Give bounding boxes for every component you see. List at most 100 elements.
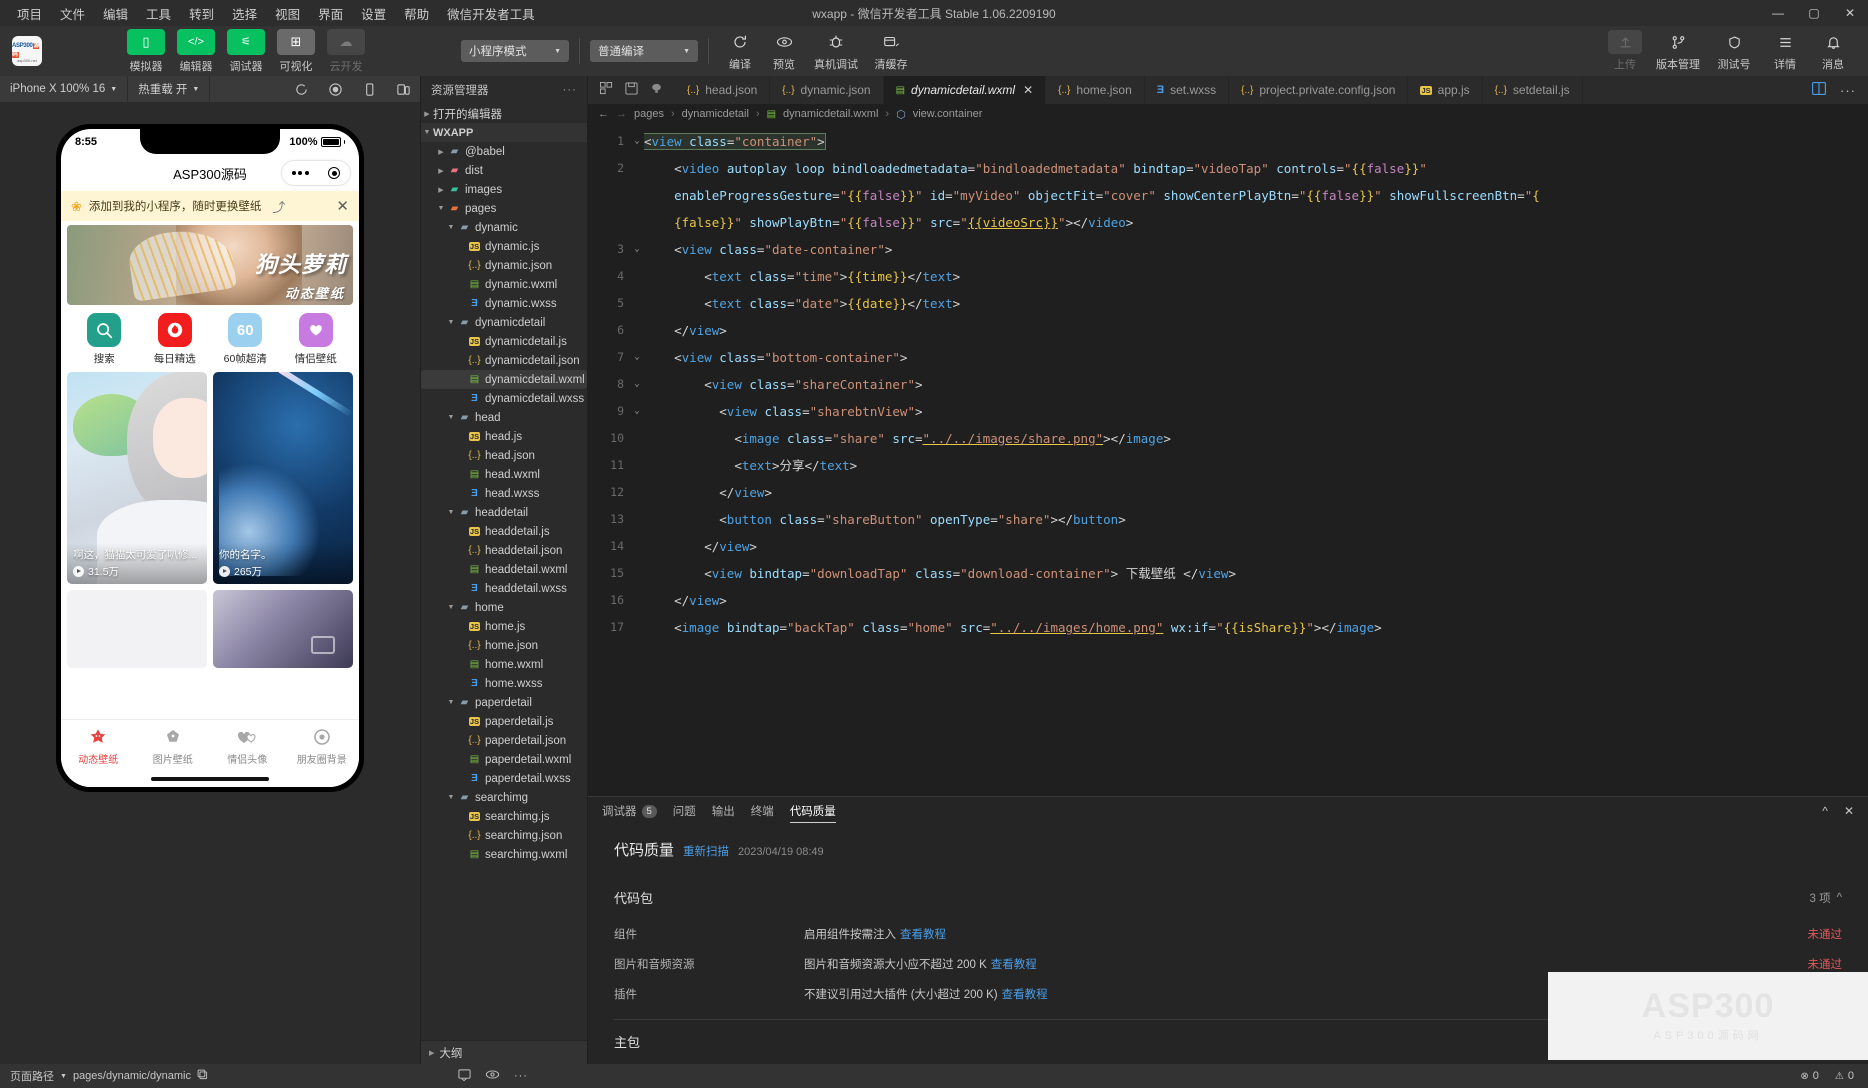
- panel-tab-debugger[interactable]: 调试器 5: [602, 797, 657, 825]
- wallpaper-card[interactable]: 啊这，猫猫太可爱了叭修... 31.5万: [67, 372, 207, 584]
- panel-tab-problems[interactable]: 问题: [673, 797, 696, 825]
- explorer-file[interactable]: ▤home.wxml: [421, 655, 587, 674]
- chevron-right-icon[interactable]: ▶: [435, 186, 447, 194]
- status-problem-counts[interactable]: ⊗ 0 ⚠ 0: [1800, 1070, 1858, 1082]
- explorer-folder[interactable]: ▼▰paperdetail: [421, 693, 587, 712]
- fold-icon[interactable]: ⌄: [630, 371, 644, 398]
- panel-tab-terminal[interactable]: 终端: [751, 797, 774, 825]
- breadcrumb-forward-icon[interactable]: →: [616, 108, 627, 120]
- tabbar-item-couple[interactable]: 情侣头像: [210, 726, 285, 766]
- explorer-project-root[interactable]: ▼ WXAPP: [421, 123, 587, 142]
- menu-item-file[interactable]: 文件: [51, 1, 94, 26]
- page-path-group[interactable]: 页面路径 ▼ pages/dynamic/dynamic: [10, 1068, 208, 1084]
- explorer-file[interactable]: {..}searchimg.json: [421, 826, 587, 845]
- chevron-right-icon[interactable]: ▶: [435, 167, 447, 175]
- chevron-down-icon[interactable]: ▼: [445, 319, 457, 326]
- tabbar-item-dynamic[interactable]: 动态壁纸: [61, 726, 136, 766]
- real-device-debug-button[interactable]: 真机调试: [807, 30, 865, 72]
- compile-select[interactable]: 普通编译 ▼: [590, 40, 698, 62]
- explorer-file[interactable]: ▤headdetail.wxml: [421, 560, 587, 579]
- tabbar-item-moments[interactable]: 朋友圈背景: [285, 726, 360, 766]
- device-select[interactable]: iPhone X 100% 16 ▼: [0, 76, 128, 102]
- toggle-simulator[interactable]: ▯ 模拟器: [126, 29, 166, 74]
- fold-icon[interactable]: ⌄: [630, 344, 644, 371]
- plugin-icon[interactable]: [650, 82, 663, 98]
- panel-collapse-button[interactable]: ^: [1822, 804, 1828, 818]
- explorer-file[interactable]: ▤dynamic.wxml: [421, 275, 587, 294]
- chevron-down-icon[interactable]: ▼: [445, 699, 457, 706]
- wallpaper-card[interactable]: 你的名字。 265万: [213, 372, 353, 584]
- explorer-file[interactable]: Ǝpaperdetail.wxss: [421, 769, 587, 788]
- explorer-file[interactable]: JSheaddetail.js: [421, 522, 587, 541]
- tab-close-icon[interactable]: ✕: [1023, 83, 1033, 97]
- chevron-down-icon[interactable]: ▼: [445, 604, 457, 611]
- mode-select[interactable]: 小程序模式 ▼: [461, 40, 569, 62]
- quick-entry-daily[interactable]: 每日精选: [147, 313, 203, 366]
- more-icon[interactable]: [292, 171, 309, 175]
- explorer-folder[interactable]: ▶▰images: [421, 180, 587, 199]
- quick-entry-60fps[interactable]: 60 60帧超清: [217, 313, 273, 366]
- editor-tab[interactable]: JSapp.js: [1408, 76, 1482, 104]
- explorer-file[interactable]: {..}paperdetail.json: [421, 731, 587, 750]
- editor-tab[interactable]: ▤dynamicdetail.wxml✕: [884, 76, 1047, 104]
- tutorial-link[interactable]: 查看教程: [991, 959, 1037, 971]
- explorer-file[interactable]: JShome.js: [421, 617, 587, 636]
- grid-icon[interactable]: [600, 82, 613, 98]
- upload-button[interactable]: 上传: [1602, 30, 1648, 72]
- version-control-button[interactable]: 版本管理: [1650, 30, 1706, 72]
- toggle-visual[interactable]: ⊞ 可视化: [276, 29, 316, 74]
- explorer-folder[interactable]: ▼▰pages: [421, 199, 587, 218]
- details-button[interactable]: 详情: [1762, 30, 1808, 72]
- hotreload-select[interactable]: 热重载 开 ▼: [128, 76, 210, 102]
- messages-button[interactable]: 消息: [1810, 30, 1856, 72]
- rescan-link[interactable]: 重新扫描: [683, 843, 729, 859]
- test-account-button[interactable]: 测试号: [1708, 30, 1760, 72]
- simulator-rotate-button[interactable]: [352, 76, 386, 102]
- copy-icon[interactable]: [197, 1069, 208, 1083]
- explorer-file[interactable]: Ǝdynamicdetail.wxss: [421, 389, 587, 408]
- explorer-file[interactable]: ▤head.wxml: [421, 465, 587, 484]
- clear-cache-button[interactable]: 清缓存: [867, 30, 915, 72]
- menu-item-help[interactable]: 帮助: [395, 1, 438, 26]
- maximize-button[interactable]: ▢: [1796, 0, 1832, 26]
- minimize-button[interactable]: —: [1760, 0, 1796, 26]
- wallpaper-card[interactable]: [67, 590, 207, 668]
- explorer-folder[interactable]: ▶▰dist: [421, 161, 587, 180]
- toggle-debugger[interactable]: ⚟ 调试器: [226, 29, 266, 74]
- chevron-right-icon[interactable]: ▶: [435, 148, 447, 156]
- more-icon[interactable]: ···: [514, 1070, 528, 1082]
- editor-tab[interactable]: {..}setdetail.js: [1483, 76, 1583, 104]
- explorer-folder[interactable]: ▼▰headdetail: [421, 503, 587, 522]
- tutorial-link[interactable]: 查看教程: [1002, 989, 1048, 1001]
- editor-tab[interactable]: {..}project.private.config.json: [1229, 76, 1408, 104]
- explorer-file[interactable]: Ǝheaddetail.wxss: [421, 579, 587, 598]
- more-icon[interactable]: ···: [1840, 83, 1856, 98]
- devtool-inspect-icon[interactable]: [458, 1068, 471, 1084]
- chevron-down-icon[interactable]: ▼: [445, 509, 457, 516]
- compile-button[interactable]: 编译: [719, 30, 761, 72]
- chevron-down-icon[interactable]: ▼: [445, 224, 457, 231]
- more-icon[interactable]: ···: [563, 84, 578, 96]
- capsule-buttons[interactable]: [281, 160, 351, 186]
- panel-tab-code-quality[interactable]: 代码质量: [790, 797, 836, 825]
- explorer-file[interactable]: JSdynamic.js: [421, 237, 587, 256]
- fold-icon[interactable]: ⌄: [630, 236, 644, 263]
- menu-item-edit[interactable]: 编辑: [94, 1, 137, 26]
- explorer-folder[interactable]: ▶▰@babel: [421, 142, 587, 161]
- explorer-file[interactable]: Ǝhead.wxss: [421, 484, 587, 503]
- explorer-folder[interactable]: ▼▰head: [421, 408, 587, 427]
- explorer-file[interactable]: ▤paperdetail.wxml: [421, 750, 587, 769]
- menu-item-tools[interactable]: 工具: [137, 1, 180, 26]
- menu-item-interface[interactable]: 界面: [309, 1, 352, 26]
- explorer-file[interactable]: JShead.js: [421, 427, 587, 446]
- breadcrumb-item-pages[interactable]: pages: [634, 108, 664, 120]
- explorer-folder[interactable]: ▼▰searchimg: [421, 788, 587, 807]
- simulator-multidevice-button[interactable]: [386, 76, 420, 102]
- editor-tab[interactable]: Ǝset.wxss: [1145, 76, 1229, 104]
- panel-close-button[interactable]: ✕: [1844, 804, 1854, 818]
- close-target-icon[interactable]: [328, 167, 340, 179]
- code-package-section-header[interactable]: 代码包 3 项 ^: [614, 882, 1842, 919]
- explorer-file[interactable]: JSsearchimg.js: [421, 807, 587, 826]
- panel-tab-output[interactable]: 输出: [712, 797, 735, 825]
- explorer-file[interactable]: Ǝhome.wxss: [421, 674, 587, 693]
